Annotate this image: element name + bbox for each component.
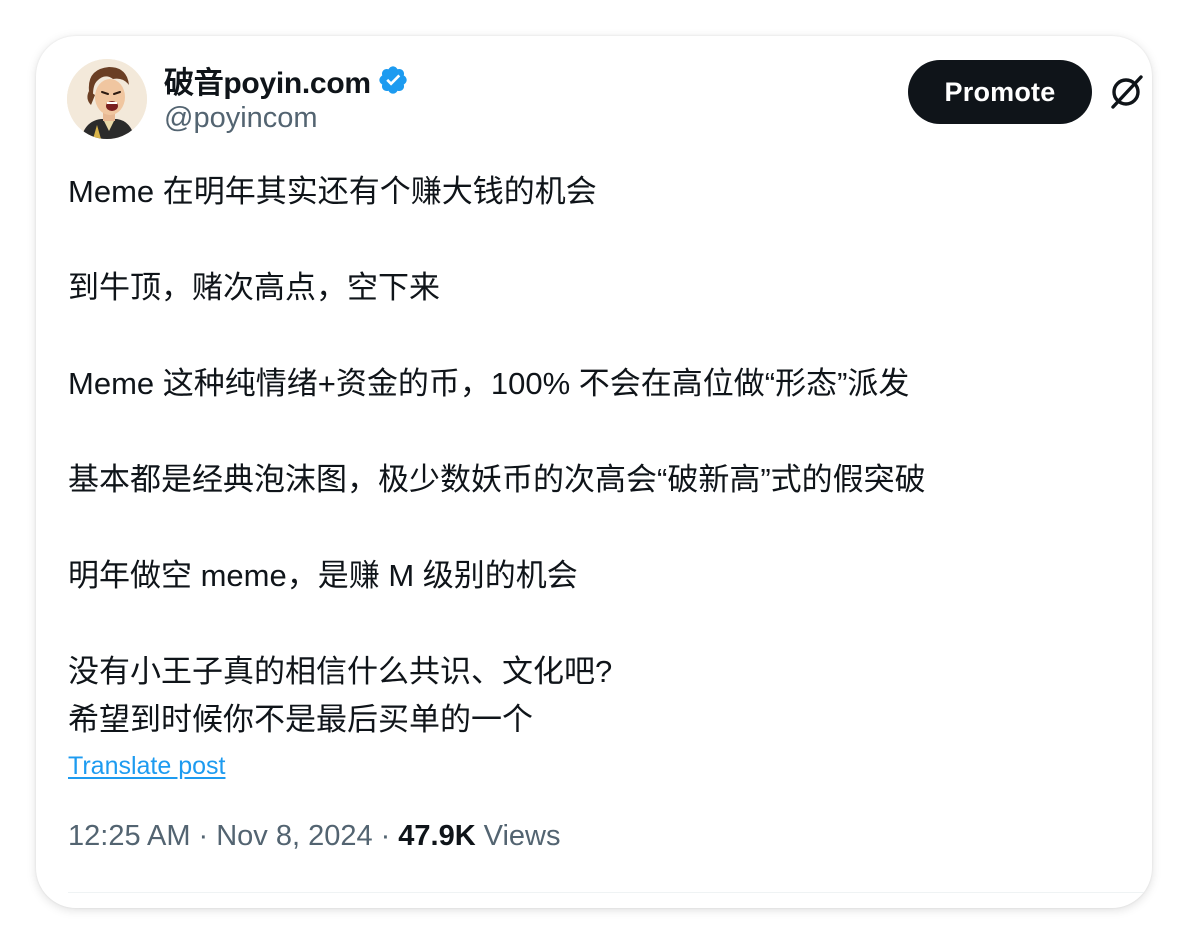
- avatar-illustration: [67, 59, 147, 139]
- grok-icon[interactable]: [1108, 74, 1144, 110]
- post-date[interactable]: Nov 8, 2024: [216, 820, 372, 853]
- promote-button[interactable]: Promote: [908, 60, 1092, 124]
- post-paragraph: [68, 216, 1118, 264]
- post-paragraph: [68, 408, 1118, 456]
- post-time[interactable]: 12:25 AM: [68, 820, 191, 853]
- post-paragraph: 希望到时候你不是最后买单的一个: [68, 702, 533, 737]
- post-paragraph: 基本都是经典泡沫图，极少数妖币的次高会“破新高”式的假突破: [68, 462, 926, 497]
- meta-separator: ·: [380, 820, 391, 852]
- post-paragraph: 明年做空 meme，是赚 M 级别的机会: [68, 558, 578, 593]
- post-paragraph: 到牛顶，赌次高点，空下来: [68, 270, 440, 305]
- views-count[interactable]: 47.9K: [398, 820, 475, 853]
- post-paragraph: [68, 312, 1118, 360]
- meta-separator: ·: [198, 820, 209, 852]
- divider: [68, 892, 1152, 893]
- post-paragraph: [68, 600, 1118, 648]
- author-display-name[interactable]: 破音poyin.com: [164, 58, 371, 102]
- post-card: 破音poyin.com @poyincom Promote Meme 在明年其实…: [36, 36, 1152, 908]
- verified-badge-icon[interactable]: [377, 64, 409, 96]
- avatar[interactable]: [67, 59, 147, 139]
- post-paragraph: 没有小王子真的相信什么共识、文化吧?: [68, 654, 613, 689]
- views-label[interactable]: Views: [484, 820, 561, 853]
- post-meta: 12:25 AM · Nov 8, 2024 · 47.9K Views: [68, 820, 561, 853]
- post-text: Meme 在明年其实还有个赚大钱的机会 到牛顶，赌次高点，空下来 Meme 这种…: [68, 168, 1118, 744]
- author-handle[interactable]: @poyincom: [164, 102, 318, 135]
- post-paragraph: Meme 这种纯情绪+资金的币，100% 不会在高位做“形态”派发: [68, 366, 910, 401]
- author-name-row: 破音poyin.com: [164, 60, 409, 100]
- post-paragraph: Meme 在明年其实还有个赚大钱的机会: [68, 174, 597, 209]
- post-paragraph: [68, 504, 1118, 552]
- translate-post-link[interactable]: Translate post: [68, 752, 225, 781]
